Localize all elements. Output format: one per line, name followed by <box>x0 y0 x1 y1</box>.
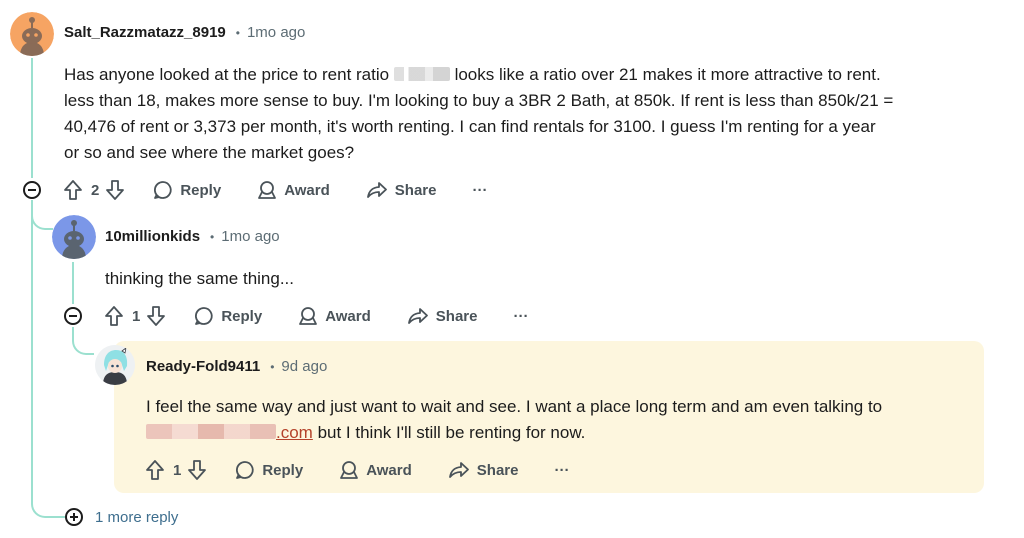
redacted-text <box>146 424 276 439</box>
vote-count: 1 <box>132 307 141 325</box>
comment-actions: 1 Reply Award Share ··· <box>145 459 569 481</box>
author-name[interactable]: Ready-Fold9411 <box>146 358 260 375</box>
thread-line-1 <box>31 58 33 178</box>
upvote-button[interactable] <box>145 459 165 481</box>
thread-line-1b <box>31 202 33 502</box>
more-options-button[interactable]: ··· <box>513 308 528 325</box>
comment-line: Has anyone looked at the price to rent r… <box>64 65 881 84</box>
reply-bubble-icon <box>154 181 172 199</box>
avatar[interactable] <box>52 215 96 259</box>
share-button[interactable]: Share <box>366 180 436 200</box>
reply-bubble-icon <box>236 461 254 479</box>
award-icon <box>340 461 359 479</box>
reply-button[interactable]: Reply <box>153 180 221 200</box>
thread-line-2 <box>72 262 74 304</box>
separator-dot: • <box>235 25 240 40</box>
thread-elbow-2 <box>72 327 94 355</box>
redacted-link[interactable]: .com <box>146 423 313 442</box>
upvote-button[interactable] <box>63 179 83 201</box>
reply-button[interactable]: Reply <box>235 460 303 480</box>
award-icon <box>299 307 318 325</box>
redacted-text <box>393 67 450 81</box>
comment-line: 40,476 of rent or 3,373 per month, it's … <box>64 117 876 136</box>
expand-icon <box>65 508 83 526</box>
share-icon <box>407 308 428 324</box>
award-button[interactable]: Award <box>257 180 330 200</box>
comment-actions: 2 Reply Award Share ··· <box>63 179 487 201</box>
thread-elbow-more <box>31 480 65 518</box>
reddit-avatar-blue-icon <box>52 215 96 259</box>
award-icon <box>258 181 277 199</box>
downvote-icon <box>106 180 125 200</box>
downvote-icon <box>188 460 207 480</box>
comment-body: Has anyone looked at the price to rent r… <box>64 62 984 166</box>
comment-line: less than 18, makes more sense to buy. I… <box>64 91 894 110</box>
anime-avatar-icon <box>95 345 135 385</box>
collapse-icon[interactable] <box>64 307 82 325</box>
comment-header: 10millionkids • 1mo ago <box>105 228 280 245</box>
more-icon: ··· <box>554 461 570 479</box>
share-button[interactable]: Share <box>448 460 518 480</box>
avatar[interactable] <box>10 12 54 56</box>
separator-dot: • <box>270 359 275 374</box>
upvote-icon <box>105 306 123 326</box>
comment-body: I feel the same way and just want to wai… <box>146 394 976 446</box>
downvote-button[interactable] <box>187 459 207 481</box>
vote-count: 2 <box>91 181 100 199</box>
award-button[interactable]: Award <box>298 306 371 326</box>
more-replies-label: 1 more reply <box>95 508 179 526</box>
more-icon: ··· <box>513 307 529 325</box>
share-icon <box>448 462 469 478</box>
separator-dot: • <box>210 229 215 244</box>
vote-count: 1 <box>173 461 182 479</box>
share-icon <box>366 182 387 198</box>
more-icon: ··· <box>472 181 488 199</box>
more-replies-link[interactable]: 1 more reply <box>65 508 178 526</box>
downvote-button[interactable] <box>105 179 125 201</box>
more-options-button[interactable]: ··· <box>554 462 569 479</box>
reply-bubble-icon <box>195 307 213 325</box>
timestamp[interactable]: 1mo ago <box>247 24 305 41</box>
share-button[interactable]: Share <box>407 306 477 326</box>
avatar[interactable] <box>95 345 135 385</box>
upvote-icon <box>64 180 82 200</box>
upvote-button[interactable] <box>104 305 124 327</box>
comment-line: thinking the same thing... <box>105 269 295 288</box>
more-options-button[interactable]: ··· <box>472 182 487 199</box>
upvote-icon <box>146 460 164 480</box>
thread-elbow-1 <box>31 200 53 230</box>
comment-actions: 1 Reply Award Share ··· <box>104 305 528 327</box>
reply-button[interactable]: Reply <box>194 306 262 326</box>
comment-header: Salt_Razzmatazz_8919 • 1mo ago <box>64 24 305 41</box>
comment-body: thinking the same thing... <box>105 266 965 292</box>
reddit-avatar-orange-icon <box>10 12 54 56</box>
author-name[interactable]: 10millionkids <box>105 228 200 245</box>
comment-line: or so and see where the market goes? <box>64 143 355 162</box>
collapse-icon[interactable] <box>23 181 41 199</box>
award-button[interactable]: Award <box>339 460 412 480</box>
timestamp[interactable]: 1mo ago <box>221 228 279 245</box>
author-name[interactable]: Salt_Razzmatazz_8919 <box>64 24 226 41</box>
downvote-icon <box>147 306 166 326</box>
comment-header: Ready-Fold9411 • 9d ago <box>146 358 327 375</box>
downvote-button[interactable] <box>146 305 166 327</box>
comment-line: I feel the same way and just want to wai… <box>146 397 883 416</box>
timestamp[interactable]: 9d ago <box>281 358 327 375</box>
comment-line: .com but I think I'll still be renting f… <box>146 420 976 446</box>
